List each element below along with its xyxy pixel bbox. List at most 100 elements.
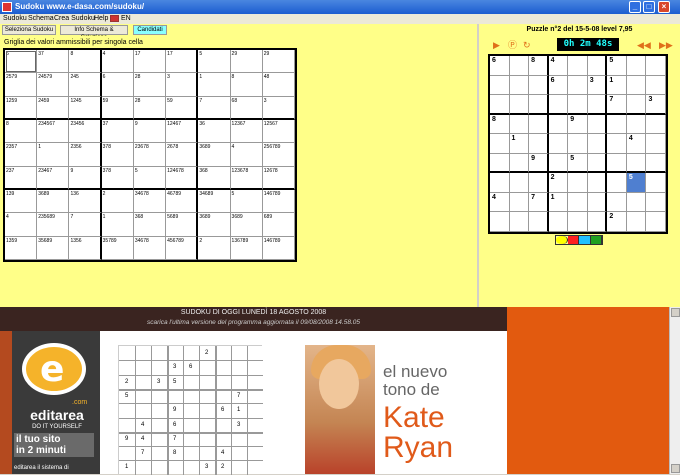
candidate-cell[interactable]: 9: [133, 120, 167, 144]
candidate-cell[interactable]: 2: [101, 190, 134, 214]
candidate-cell[interactable]: 7: [198, 96, 231, 120]
puzzle-cell[interactable]: [490, 212, 510, 232]
vertical-scrollbar[interactable]: [669, 307, 680, 474]
candidate-cell[interactable]: 245: [69, 73, 102, 97]
candidate-cell[interactable]: 8: [230, 73, 263, 97]
candidate-cell[interactable]: 378: [101, 166, 134, 190]
candidate-cell[interactable]: 3: [166, 73, 199, 97]
candidate-cell[interactable]: 68: [230, 96, 263, 120]
candidate-cell[interactable]: 46789: [166, 190, 199, 214]
candidate-cell[interactable]: 4: [230, 143, 263, 167]
puzzle-cell[interactable]: 2: [607, 212, 627, 232]
puzzle-cell[interactable]: [529, 95, 549, 115]
puzzle-cell[interactable]: 4: [548, 56, 569, 76]
candidate-cell[interactable]: 5: [198, 50, 231, 74]
color-swatch[interactable]: [567, 236, 579, 244]
candidate-cell[interactable]: 2459: [37, 96, 70, 120]
candidate-cell[interactable]: 8: [69, 50, 102, 74]
puzzle-cell[interactable]: [509, 153, 530, 174]
candidate-cell[interactable]: 123678: [230, 166, 263, 190]
puzzle-cell[interactable]: [529, 114, 549, 135]
candidate-cell[interactable]: 368: [133, 213, 167, 237]
puzzle-cell[interactable]: [509, 192, 530, 213]
candidate-cell[interactable]: 136789: [230, 236, 263, 260]
candidate-cell[interactable]: 146789: [262, 236, 295, 260]
puzzle-cell[interactable]: [509, 75, 530, 96]
puzzle-cell[interactable]: [587, 173, 608, 193]
candidate-cell[interactable]: 237: [5, 166, 38, 190]
candidate-cell[interactable]: 5689: [166, 213, 199, 237]
puzzle-cell[interactable]: [626, 192, 647, 213]
candidate-cell[interactable]: 23467: [37, 166, 70, 190]
candidate-cell[interactable]: 6: [5, 50, 38, 74]
puzzle-cell[interactable]: 5: [568, 153, 588, 174]
puzzle-cell[interactable]: 1: [509, 134, 530, 154]
puzzle-cell[interactable]: [626, 95, 647, 115]
puzzle-cell[interactable]: [568, 192, 588, 213]
puzzle-cell[interactable]: [548, 114, 569, 135]
candidate-cell[interactable]: 35689: [37, 236, 70, 260]
candidate-cell[interactable]: 1356: [69, 236, 102, 260]
puzzle-cell[interactable]: [607, 153, 627, 174]
kate-ryan-ad[interactable]: el nuevo tono de Kate Ryan: [305, 345, 483, 474]
candidate-cell[interactable]: 37: [101, 120, 134, 144]
puzzle-cell[interactable]: 3: [646, 95, 666, 115]
puzzle-cell[interactable]: [646, 212, 666, 232]
puzzle-cell[interactable]: [607, 173, 627, 193]
candidate-cell[interactable]: 5: [230, 190, 263, 214]
candidates-button[interactable]: Candidati: [133, 25, 167, 35]
candidate-cell[interactable]: 7: [69, 213, 102, 237]
puzzle-cell[interactable]: [490, 75, 510, 96]
puzzle-cell[interactable]: [548, 212, 569, 232]
puzzle-cell[interactable]: 9: [529, 153, 549, 174]
candidate-cell[interactable]: 2356: [69, 143, 102, 167]
puzzle-cell[interactable]: [509, 95, 530, 115]
puzzle-cell[interactable]: [587, 153, 608, 174]
candidate-cell[interactable]: 3689: [198, 213, 231, 237]
minimize-button[interactable]: _: [629, 1, 641, 13]
puzzle-cell[interactable]: 7: [607, 95, 627, 115]
candidate-cell[interactable]: 35789: [101, 236, 134, 260]
puzzle-cell[interactable]: [529, 134, 549, 154]
candidate-cell[interactable]: 3: [262, 96, 295, 120]
candidate-cell[interactable]: 235689: [37, 213, 70, 237]
puzzle-cell[interactable]: [529, 75, 549, 96]
puzzle-cell[interactable]: 6: [548, 75, 569, 96]
next-icon[interactable]: ▶▶: [659, 40, 673, 50]
candidate-cell[interactable]: 23678: [133, 143, 167, 167]
puzzle-cell[interactable]: [607, 134, 627, 154]
puzzle-cell[interactable]: [568, 212, 588, 232]
candidate-cell[interactable]: 34689: [198, 190, 231, 214]
candidate-cell[interactable]: 59: [166, 96, 199, 120]
puzzle-cell[interactable]: [587, 192, 608, 213]
maximize-button[interactable]: □: [643, 1, 655, 13]
puzzle-cell[interactable]: [587, 95, 608, 115]
candidate-cell[interactable]: 689: [262, 213, 295, 237]
puzzle-cell[interactable]: [626, 153, 647, 174]
color-swatch[interactable]: [579, 236, 591, 244]
scroll-down-icon[interactable]: [671, 464, 680, 473]
puzzle-cell[interactable]: 1: [548, 192, 569, 213]
candidate-cell[interactable]: 23456: [69, 120, 102, 144]
puzzle-cell[interactable]: [626, 75, 647, 96]
candidate-cell[interactable]: 4: [101, 50, 134, 74]
candidate-cell[interactable]: 3689: [198, 143, 231, 167]
puzzle-cell[interactable]: [646, 114, 666, 135]
candidate-cell[interactable]: 136: [69, 190, 102, 214]
candidate-cell[interactable]: 2579: [5, 73, 38, 97]
puzzle-cell[interactable]: 6: [490, 56, 510, 76]
candidate-cell[interactable]: 1: [37, 143, 70, 167]
puzzle-cell[interactable]: [529, 173, 549, 193]
candidate-cell[interactable]: 37: [37, 50, 70, 74]
candidate-cell[interactable]: 256789: [262, 143, 295, 167]
candidate-cell[interactable]: 2357: [5, 143, 38, 167]
refresh-icon[interactable]: ↻: [523, 40, 531, 50]
puzzle-cell[interactable]: [587, 114, 608, 135]
puzzle-cell[interactable]: [568, 173, 588, 193]
close-button[interactable]: ×: [658, 1, 670, 13]
candidate-cell[interactable]: 1259: [5, 96, 38, 120]
puzzle-cell[interactable]: [529, 212, 549, 232]
info-schema-button[interactable]: Info Schema & Soluzione: [60, 25, 128, 41]
puzzle-cell[interactable]: [646, 153, 666, 174]
candidate-cell[interactable]: 3689: [230, 213, 263, 237]
